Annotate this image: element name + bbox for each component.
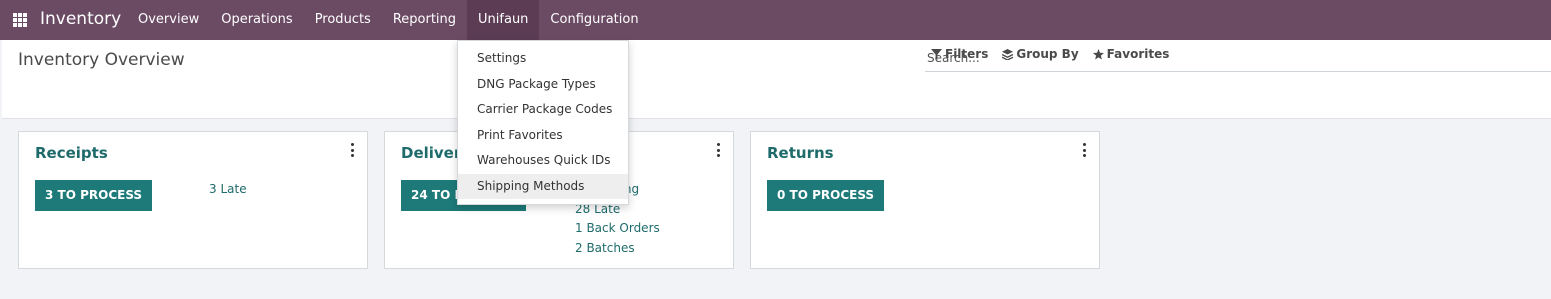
dropdown-item-print-favorites[interactable]: Print Favorites [458, 123, 628, 149]
kebab-menu-icon[interactable] [717, 143, 721, 157]
dropdown-item-dng-package-types[interactable]: DNG Package Types [458, 72, 628, 98]
filters-button[interactable]: Filters [931, 47, 988, 61]
top-navbar: Inventory Overview Operations Products R… [0, 0, 1551, 40]
favorites-button[interactable]: Favorites [1092, 47, 1170, 61]
dropdown-item-warehouses-quick-ids[interactable]: Warehouses Quick IDs [458, 148, 628, 174]
favorites-label: Favorites [1106, 47, 1170, 61]
group-by-label: Group By [1016, 47, 1079, 61]
late-link[interactable]: 3 Late [209, 182, 247, 196]
menu-overview[interactable]: Overview [127, 0, 210, 40]
card-title[interactable]: Receipts [35, 144, 108, 162]
dropdown-item-carrier-package-codes[interactable]: Carrier Package Codes [458, 97, 628, 123]
card-receipts: Receipts 3 TO PROCESS 3 Late [18, 131, 368, 269]
menu-configuration[interactable]: Configuration [539, 0, 649, 40]
layers-icon [1002, 48, 1014, 60]
star-icon [1092, 48, 1104, 60]
unifaun-dropdown-menu: Settings DNG Package Types Carrier Packa… [457, 40, 629, 205]
filters-label: Filters [945, 47, 989, 61]
card-title[interactable]: Returns [767, 144, 834, 162]
menu-operations[interactable]: Operations [210, 0, 303, 40]
main-menu: Overview Operations Products Reporting U… [127, 0, 650, 40]
menu-reporting[interactable]: Reporting [382, 0, 467, 40]
menu-unifaun[interactable]: Unifaun [467, 0, 540, 40]
to-process-button[interactable]: 0 TO PROCESS [767, 180, 885, 211]
control-panel: Inventory Overview [2, 40, 1551, 119]
apps-grid-icon[interactable] [13, 13, 27, 27]
to-process-button[interactable]: 3 TO PROCESS [35, 180, 153, 211]
page-title: Inventory Overview [18, 50, 185, 70]
dropdown-item-shipping-methods[interactable]: Shipping Methods [458, 173, 628, 199]
batches-link[interactable]: 2 Batches [575, 241, 635, 255]
back-orders-link[interactable]: 1 Back Orders [575, 221, 660, 235]
menu-products[interactable]: Products [304, 0, 382, 40]
search-tools: Filters Group By Favorites [931, 47, 1169, 61]
kebab-menu-icon[interactable] [351, 143, 355, 157]
filter-icon [931, 48, 942, 60]
dropdown-item-settings[interactable]: Settings [458, 46, 628, 72]
kebab-menu-icon[interactable] [1083, 143, 1087, 157]
app-title[interactable]: Inventory [40, 9, 121, 29]
group-by-button[interactable]: Group By [1002, 47, 1079, 61]
card-returns: Returns 0 TO PROCESS [750, 131, 1100, 269]
